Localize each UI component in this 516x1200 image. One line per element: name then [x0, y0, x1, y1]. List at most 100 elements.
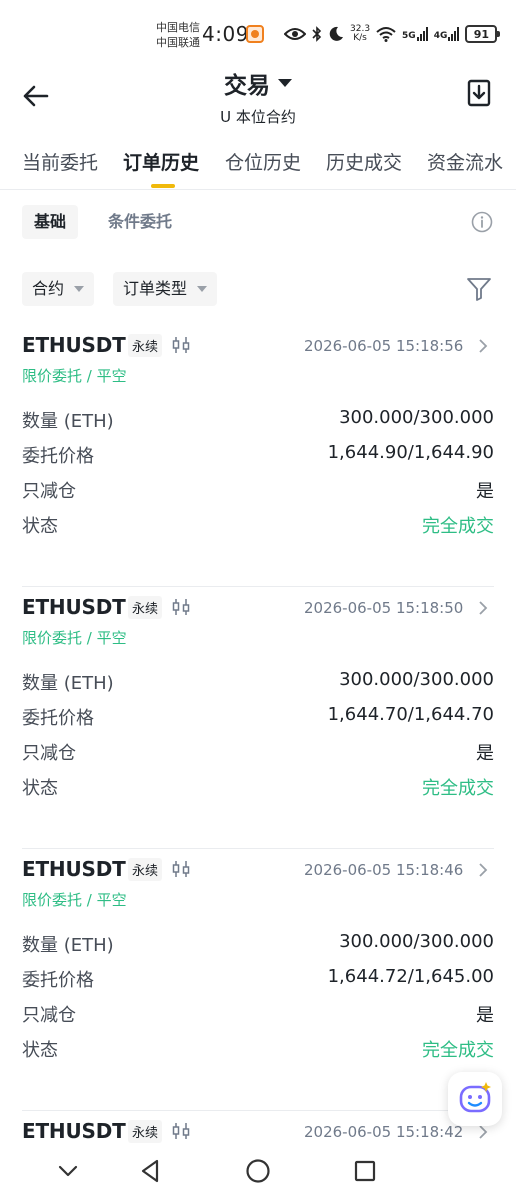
candlestick-chart-icon[interactable] [171, 1121, 191, 1141]
moon-icon [329, 26, 343, 41]
tab-current-orders[interactable]: 当前委托 [22, 148, 98, 175]
app-header: 交易 U 本位合约 [0, 60, 516, 130]
order-time: 2026-06-05 15:18:42 [304, 1123, 464, 1141]
price-label: 委托价格 [22, 708, 94, 729]
order-type: 限价委托 / 平空 [22, 891, 127, 909]
order-time: 2026-06-05 15:18:56 [304, 337, 464, 355]
tab-fund-flow[interactable]: 资金流水 [427, 148, 503, 175]
status-value: 完全成交 [422, 1040, 494, 1061]
signal-bars-icon [416, 27, 428, 41]
segment-conditional[interactable]: 条件委托 [96, 205, 184, 239]
tab-trade-history[interactable]: 历史成交 [326, 148, 402, 175]
status-label: 状态 [22, 516, 58, 537]
reduce-only-label: 只减仓 [22, 743, 76, 764]
info-button[interactable] [471, 211, 493, 233]
price-label: 委托价格 [22, 970, 94, 991]
bluetooth-icon [312, 26, 322, 42]
order-symbol: ETHUSDT [22, 333, 126, 357]
contract-filter-label: 合约 [32, 279, 65, 298]
qty-value: 300.000/300.000 [339, 931, 494, 952]
order-price-row: 委托价格 1,644.90/1,644.90 [22, 442, 494, 470]
info-icon [471, 211, 493, 233]
order-symbol: ETHUSDT [22, 857, 126, 881]
order-card[interactable]: ETHUSDT 永续 2026-06-05 15:18:46 限价委托 / 平空… [0, 849, 516, 1111]
qty-value: 300.000/300.000 [339, 669, 494, 690]
net-5g: 5G [402, 27, 428, 41]
reduce-only-value: 是 [476, 481, 494, 502]
assistant-bot-icon [459, 1082, 491, 1113]
order-card[interactable]: ETHUSDT 永续 2026-06-05 15:18:56 限价委托 / 平空… [0, 325, 516, 587]
price-value: 1,644.72/1,645.00 [327, 966, 494, 987]
order-qty-row: 数量 (ETH) 300.000/300.000 [22, 931, 494, 959]
segment-basic[interactable]: 基础 [22, 205, 79, 239]
funnel-icon [467, 278, 491, 301]
chevron-right-icon [479, 339, 488, 353]
order-tabs: 当前委托 订单历史 仓位历史 历史成交 资金流水 [0, 142, 516, 190]
chevron-right-icon [479, 601, 488, 615]
order-type-filter-label: 订单类型 [123, 279, 188, 298]
order-type-filter-dropdown[interactable]: 订单类型 [113, 272, 218, 306]
qty-label: 数量 (ETH) [22, 935, 114, 956]
net-4g: 4G [434, 27, 460, 41]
order-time: 2026-06-05 15:18:50 [304, 599, 464, 617]
wifi-icon [376, 27, 396, 42]
order-time: 2026-06-05 15:18:46 [304, 861, 464, 879]
order-status-row: 状态 完全成交 [22, 1036, 494, 1064]
status-value: 完全成交 [422, 778, 494, 799]
tab-order-history[interactable]: 订单历史 [123, 148, 199, 175]
trade-type-selector[interactable]: 交易 [224, 66, 292, 100]
eye-icon [284, 28, 306, 40]
order-type: 限价委托 / 平空 [22, 367, 127, 385]
order-qty-row: 数量 (ETH) 300.000/300.000 [22, 407, 494, 435]
contract-filter-dropdown[interactable]: 合约 [22, 272, 95, 306]
order-reduce-row: 只减仓 是 [22, 1001, 494, 1029]
title-area: 交易 U 本位合约 [0, 66, 516, 127]
order-card[interactable]: ETHUSDT 永续 2026-06-05 15:18:50 限价委托 / 平空… [0, 587, 516, 849]
ai-assistant-button[interactable] [448, 1072, 502, 1126]
app-notification-icon [246, 25, 264, 43]
nav-recents-icon[interactable] [351, 1157, 379, 1185]
chevron-down-icon[interactable] [54, 1157, 82, 1185]
page-subtitle: U 本位合约 [220, 108, 296, 126]
status-label: 状态 [22, 778, 58, 799]
nav-back-icon[interactable] [137, 1157, 165, 1185]
order-type: 限价委托 / 平空 [22, 629, 127, 647]
candlestick-chart-icon[interactable] [171, 859, 191, 879]
filter-button[interactable] [466, 276, 492, 302]
download-icon [467, 79, 491, 107]
signal-bars-icon [448, 27, 460, 41]
reduce-only-label: 只减仓 [22, 481, 76, 502]
reduce-only-value: 是 [476, 743, 494, 764]
caret-down-icon [278, 79, 292, 87]
order-card[interactable]: ETHUSDT 永续 2026-06-05 15:18:42 [0, 1111, 516, 1145]
order-price-row: 委托价格 1,644.72/1,645.00 [22, 966, 494, 994]
candlestick-chart-icon[interactable] [171, 335, 191, 355]
perpetual-badge: 永续 [128, 858, 163, 881]
qty-label: 数量 (ETH) [22, 411, 114, 432]
reduce-only-label: 只减仓 [22, 1005, 76, 1026]
order-status-row: 状态 完全成交 [22, 512, 494, 540]
caret-down-icon [197, 286, 208, 292]
order-status-row: 状态 完全成交 [22, 774, 494, 802]
perpetual-badge: 永续 [128, 1120, 163, 1143]
battery-indicator: 91 [465, 25, 501, 43]
download-button[interactable] [464, 78, 494, 108]
price-value: 1,644.90/1,644.90 [327, 442, 494, 463]
perpetual-badge: 永续 [128, 596, 163, 619]
nav-home-icon[interactable] [244, 1157, 272, 1185]
order-reduce-row: 只减仓 是 [22, 477, 494, 505]
reduce-only-value: 是 [476, 1005, 494, 1026]
order-reduce-row: 只减仓 是 [22, 739, 494, 767]
price-value: 1,644.70/1,644.70 [327, 704, 494, 725]
active-tab-indicator [151, 184, 175, 188]
order-price-row: 委托价格 1,644.70/1,644.70 [22, 704, 494, 732]
caret-down-icon [74, 286, 85, 292]
page-title: 交易 [224, 73, 270, 99]
tab-position-history[interactable]: 仓位历史 [225, 148, 301, 175]
status-label: 状态 [22, 1040, 58, 1061]
status-value: 完全成交 [422, 516, 494, 537]
price-label: 委托价格 [22, 446, 94, 467]
carrier-1: 中国电信 [156, 21, 200, 34]
candlestick-chart-icon[interactable] [171, 597, 191, 617]
carrier-info: 中国电信 中国联通 [156, 20, 200, 50]
